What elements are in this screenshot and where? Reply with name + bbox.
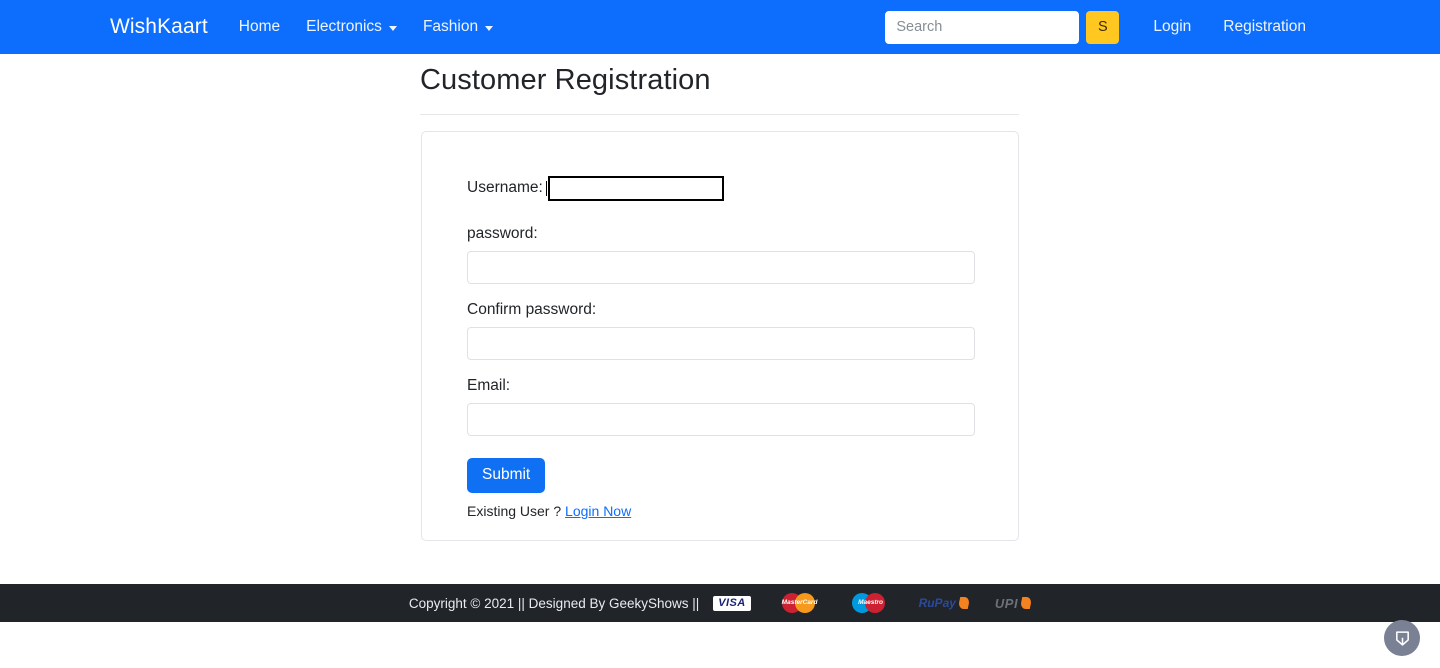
nav-item-home[interactable]: Home	[226, 12, 293, 42]
rupay-icon: RuPay	[918, 596, 971, 610]
username-label: Username:	[467, 179, 543, 197]
upi-label: UPI	[994, 595, 1019, 611]
nav-item-electronics-label: Electronics	[306, 18, 382, 35]
mastercard-icon: MasterCard	[777, 593, 823, 613]
existing-user-line: Existing User ? Login Now	[467, 503, 975, 519]
field-password: password:	[467, 224, 975, 285]
nav-links: Home Electronics Fashion	[226, 12, 506, 42]
copyright-text: Copyright © 2021 || Designed By GeekySho…	[408, 595, 700, 611]
page-title: Customer Registration	[420, 64, 711, 96]
submit-button[interactable]: Submit	[467, 458, 546, 494]
chat-badge-icon	[1395, 630, 1409, 646]
existing-user-text: Existing User ?	[467, 503, 562, 520]
chat-widget-button[interactable]	[1384, 620, 1420, 656]
password-label: password:	[467, 225, 538, 242]
confirm-password-input[interactable]	[467, 327, 975, 361]
chevron-down-icon	[388, 25, 397, 31]
nav-item-electronics[interactable]: Electronics	[293, 12, 410, 42]
password-input[interactable]	[467, 251, 975, 285]
chevron-down-icon	[485, 25, 494, 31]
title-divider	[420, 114, 1019, 115]
nav-item-fashion[interactable]: Fashion	[410, 12, 506, 42]
email-input[interactable]	[467, 403, 975, 437]
nav-item-registration[interactable]: Registration	[1207, 12, 1322, 42]
maestro-icon: Maestro	[849, 593, 893, 613]
top-navbar: WishKaart Home Electronics Fashion S Log…	[0, 0, 1440, 54]
registration-form: Username: password: Confirm password: Em…	[467, 176, 975, 519]
username-input[interactable]	[547, 176, 724, 201]
field-email: Email:	[467, 376, 975, 437]
mastercard-label: MasterCard	[781, 599, 818, 606]
field-confirm-password: Confirm password:	[467, 300, 975, 361]
page-footer: Copyright © 2021 || Designed By GeekySho…	[0, 584, 1440, 622]
login-now-link[interactable]: Login Now	[565, 503, 631, 519]
search-input[interactable]	[885, 10, 1080, 44]
brand-logo[interactable]: WishKaart	[110, 15, 208, 39]
rupay-swoosh-icon	[957, 597, 971, 609]
nav-item-login[interactable]: Login	[1137, 12, 1207, 42]
navbar-right-section: S Login Registration	[885, 10, 1440, 44]
maestro-label: Maestro	[858, 599, 884, 606]
confirm-password-label: Confirm password:	[467, 301, 597, 319]
payment-logos: VISA MasterCard Maestro RuPay UPI	[713, 593, 1033, 613]
rupay-label: RuPay	[918, 596, 956, 610]
upi-swoosh-icon	[1019, 597, 1033, 609]
nav-item-registration-label: Registration	[1223, 18, 1306, 35]
upi-icon: UPI	[994, 595, 1033, 611]
text-caret	[546, 181, 547, 196]
nav-item-fashion-label: Fashion	[422, 18, 479, 35]
visa-icon: VISA	[713, 595, 751, 611]
email-label: Email:	[467, 377, 511, 395]
search-button[interactable]: S	[1086, 10, 1120, 44]
registration-card: Username: password: Confirm password: Em…	[421, 131, 1019, 541]
field-username: Username:	[467, 176, 975, 201]
nav-item-home-label: Home	[238, 18, 281, 35]
nav-item-login-label: Login	[1153, 18, 1192, 35]
